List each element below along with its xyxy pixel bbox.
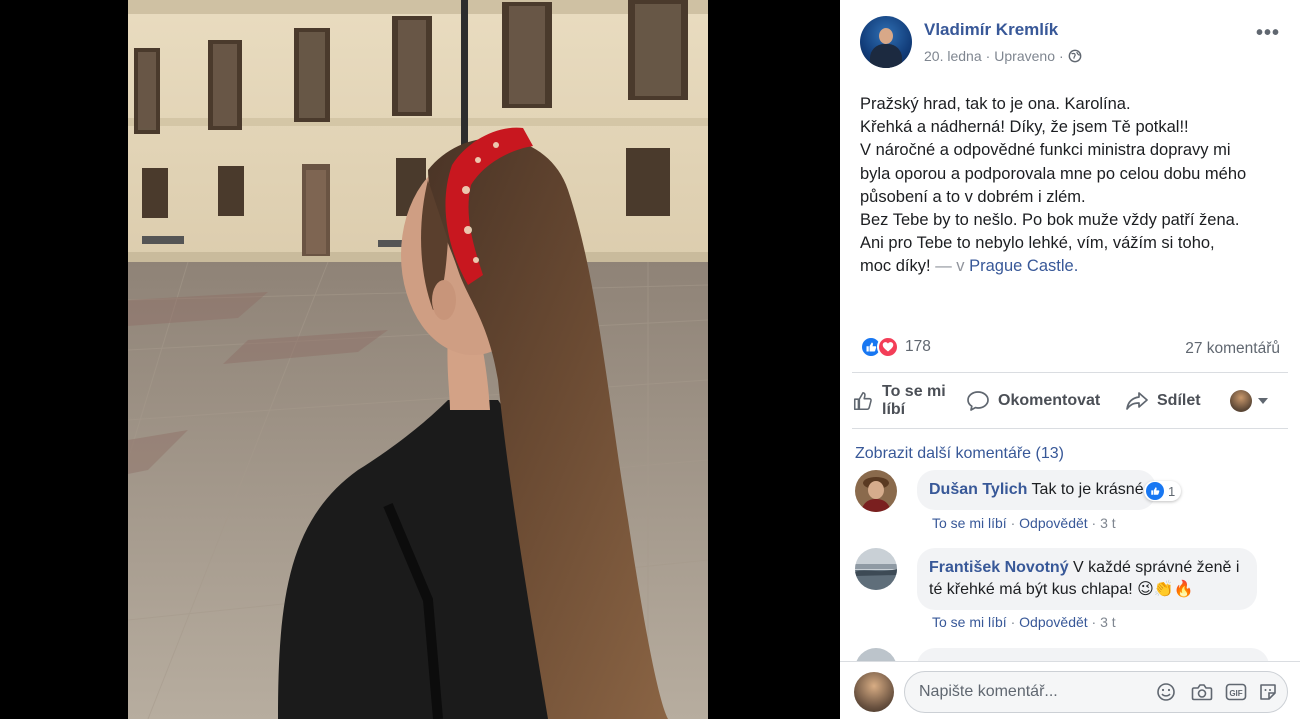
meta-separator: · (985, 48, 991, 64)
post-meta: 20. ledna · Upraveno · (924, 48, 1082, 64)
comment-bubble: František Novotný V každé správné ženě i… (917, 548, 1257, 610)
share-icon (1126, 392, 1148, 410)
like-label: To se mi líbí (882, 383, 946, 418)
comment-reactions[interactable]: 1 (1144, 481, 1182, 501)
post-actions: To se mi líbí Okomentovat Sdílet (852, 378, 1288, 424)
viewer-avatar (1230, 390, 1252, 412)
post-as-selector[interactable] (1230, 390, 1268, 412)
comment-item: Dušan Tylich Tak to je krásné 1 To se mi… (855, 470, 1285, 540)
place-period: . (1073, 257, 1079, 276)
author-name[interactable]: Vladimír Kremlík (924, 20, 1058, 40)
comment-actions: To se mi líbí · Odpovědět · 3 t (932, 515, 1116, 531)
post-text-line: Pražský hrad, tak to je ona. Karolína. (860, 95, 1131, 113)
photo-illustration (128, 0, 708, 719)
comment-bubble (917, 648, 1269, 661)
like-button[interactable]: To se mi líbí (852, 383, 962, 419)
gif-icon[interactable]: GIF (1225, 681, 1247, 703)
commenter-avatar[interactable] (855, 470, 897, 512)
comment-time[interactable]: 3 t (1100, 515, 1116, 531)
comment-text: té křehké má být kus chlapa! (929, 581, 1133, 598)
post-text-line: V náročné a odpovědné funkci ministra do… (860, 141, 1231, 160)
gif-label: GIF (1229, 689, 1242, 698)
edited-label[interactable]: Upraveno (994, 48, 1055, 64)
comment-text: V každé správné ženě i (1073, 559, 1240, 576)
divider (852, 428, 1288, 429)
comment-reply-link[interactable]: Odpovědět (1019, 614, 1088, 630)
comment-like-link[interactable]: To se mi líbí (932, 515, 1007, 531)
post-text-line: Ani pro Tebe to nebylo lehké, vím, vážím… (860, 234, 1215, 253)
like-icon (1146, 482, 1164, 500)
share-label: Sdílet (1157, 392, 1201, 409)
reactions-summary[interactable]: 178 (860, 336, 931, 358)
comment-label: Okomentovat (998, 392, 1101, 409)
comments-count[interactable]: 27 komentářů (1185, 340, 1280, 358)
comment-text: Tak to je krásné (1031, 481, 1144, 498)
post-text-line: byla oporou a podporovala mne po celou d… (860, 164, 1247, 183)
emoji-icon[interactable] (1155, 681, 1177, 703)
post-text-line: Křehká a nádherná! Díky, že jsem Tě potk… (860, 118, 1189, 137)
post-text-end: moc díky! (860, 257, 931, 276)
commenter-avatar[interactable] (855, 548, 897, 590)
post-photo[interactable] (128, 0, 708, 719)
photo-viewer: Vladimír Kremlík 20. ledna · Upraveno · … (0, 0, 1300, 719)
view-more-comments-link[interactable]: Zobrazit další komentáře (13) (855, 445, 1064, 463)
post-date[interactable]: 20. ledna (924, 48, 982, 64)
chevron-down-icon (1258, 398, 1268, 404)
share-button[interactable]: Sdílet (1125, 390, 1201, 412)
comment-icon (967, 391, 989, 411)
comment-composer: GIF (840, 661, 1300, 719)
comment-time[interactable]: 3 t (1100, 614, 1116, 630)
post-header: Vladimír Kremlík 20. ledna · Upraveno · … (860, 16, 1288, 72)
comment-button[interactable]: Okomentovat (966, 390, 1273, 412)
post-text-last-line: moc díky! — v Prague Castle. (860, 255, 1285, 278)
love-icon (877, 336, 899, 358)
comment-reply-link[interactable]: Odpovědět (1019, 515, 1088, 531)
sticker-icon[interactable] (1257, 681, 1279, 703)
comment-like-link[interactable]: To se mi líbí (932, 614, 1007, 630)
commenter-name[interactable]: František Novotný (929, 559, 1069, 576)
comment-emojis: 😉👏🔥 (1137, 581, 1194, 598)
comments-list: Zobrazit další komentáře (13) Dušan Tyli… (840, 430, 1300, 661)
comment-item: František Novotný V každé správné ženě i… (855, 548, 1285, 648)
with-separator: — v (930, 257, 970, 276)
comment-bubble: Dušan Tylich Tak to je krásné (917, 470, 1156, 510)
reactions-count: 178 (905, 338, 931, 355)
commenter-name[interactable]: Dušan Tylich (929, 481, 1027, 498)
post-text-line: působení a to v dobrém i zlém. (860, 187, 1086, 206)
comment-input[interactable] (919, 672, 1119, 712)
thumbs-up-icon (853, 391, 872, 411)
post-text-line: Bez Tebe by to nešlo. Po bok muže vždy p… (860, 211, 1240, 230)
divider (852, 372, 1288, 373)
meta-separator: · (1058, 48, 1064, 64)
post-text: Pražský hrad, tak to je ona. Karolína. K… (860, 93, 1285, 279)
more-horizontal-icon[interactable]: ••• (1256, 22, 1280, 45)
comment-input-box[interactable]: GIF (904, 671, 1288, 713)
camera-icon[interactable] (1191, 681, 1213, 703)
place-link[interactable]: Prague Castle (969, 257, 1074, 275)
globe-icon[interactable] (1068, 49, 1082, 63)
commenter-avatar[interactable] (855, 648, 897, 661)
comment-item (855, 648, 1285, 661)
post-panel: Vladimír Kremlík 20. ledna · Upraveno · … (840, 0, 1300, 719)
comment-reaction-count: 1 (1168, 483, 1176, 499)
comment-actions: To se mi líbí · Odpovědět · 3 t (932, 614, 1116, 630)
current-user-avatar[interactable] (854, 672, 894, 712)
author-avatar[interactable] (860, 16, 912, 68)
